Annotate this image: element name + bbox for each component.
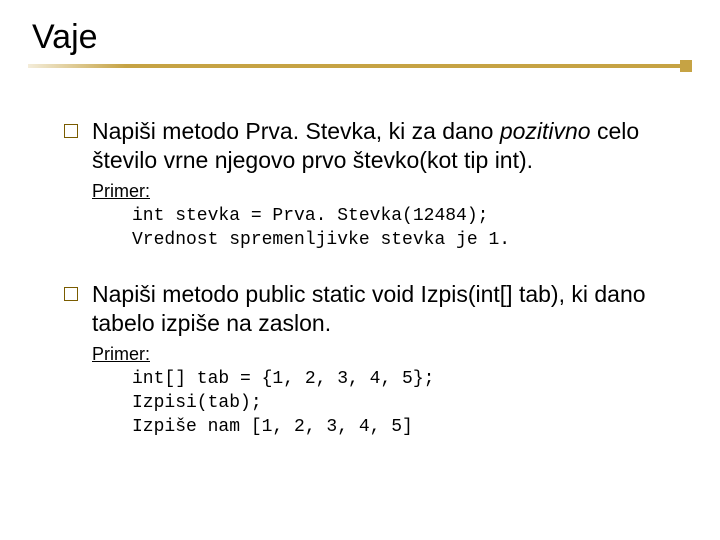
rule-cap (680, 60, 692, 72)
slide-content: Napiši metodo Prva. Stevka, ki za dano p… (28, 69, 692, 439)
example-label: Primer: (92, 344, 674, 365)
code-block: int[] tab = {1, 2, 3, 4, 5}; Izpisi(tab)… (132, 367, 674, 440)
example-block: Primer: int[] tab = {1, 2, 3, 4, 5}; Izp… (92, 344, 674, 440)
rule-line (28, 64, 681, 68)
text-italic: pozitivno (500, 118, 591, 144)
example-block: Primer: int stevka = Prva. Stevka(12484)… (92, 181, 674, 253)
example-label: Primer: (92, 181, 674, 202)
text-pre: Napiši metodo public static void Izpis(i… (92, 281, 646, 336)
bullet-text: Napiši metodo public static void Izpis(i… (92, 280, 674, 338)
bullet-item: Napiši metodo Prva. Stevka, ki za dano p… (64, 117, 674, 175)
bullet-item: Napiši metodo public static void Izpis(i… (64, 280, 674, 338)
checkbox-icon (64, 124, 78, 138)
text-pre: Napiši metodo Prva. Stevka, ki za dano (92, 118, 500, 144)
code-block: int stevka = Prva. Stevka(12484); Vredno… (132, 204, 674, 253)
checkbox-icon (64, 287, 78, 301)
bullet-text: Napiši metodo Prva. Stevka, ki za dano p… (92, 117, 674, 175)
slide-title: Vaje (28, 18, 692, 57)
slide: Vaje Napiši metodo Prva. Stevka, ki za d… (0, 0, 720, 540)
